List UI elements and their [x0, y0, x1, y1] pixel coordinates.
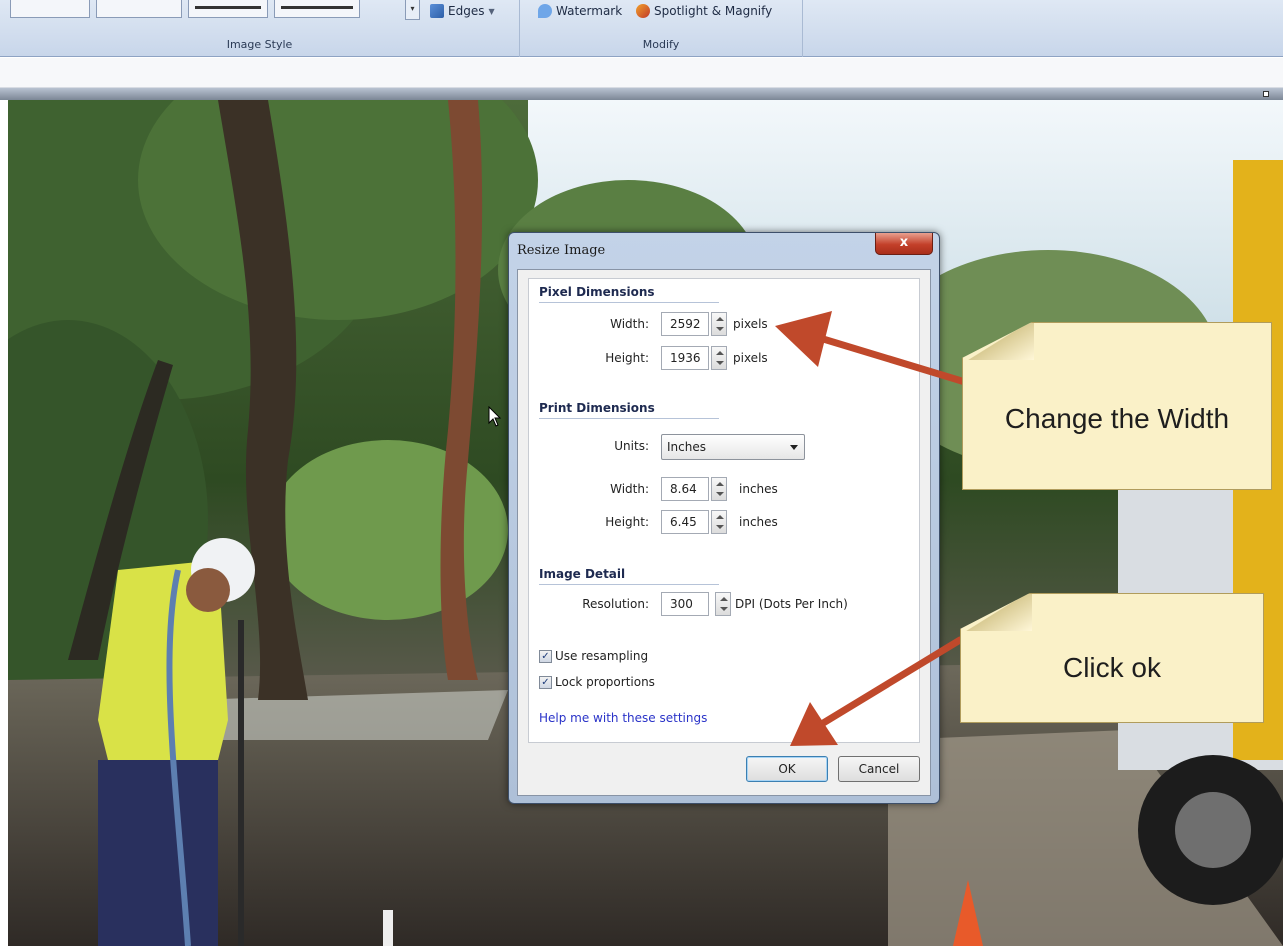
checkbox-icon: ✓ [539, 649, 552, 663]
ok-button[interactable]: OK [746, 756, 828, 782]
print-width-input[interactable]: 8.64 [661, 477, 709, 501]
close-button[interactable]: x [875, 233, 933, 255]
print-height-label: Height: [605, 515, 649, 529]
group-label-image-style: Image Style [226, 38, 293, 51]
section-image-detail: Image Detail [539, 567, 719, 585]
units-select[interactable]: Inches [661, 434, 805, 460]
use-resampling-checkbox[interactable]: ✓ Use resampling [539, 649, 648, 663]
edges-label: Edges [448, 4, 485, 18]
lock-proportions-label: Lock proportions [555, 675, 655, 689]
style-thumb-3[interactable] [188, 0, 268, 18]
checkbox-icon: ✓ [539, 675, 552, 689]
watermark-label: Watermark [556, 4, 623, 18]
dialog-body: Pixel Dimensions Width: 2592 pixels Heig… [517, 269, 931, 796]
chevron-down-icon: ▼ [488, 6, 495, 16]
cancel-button[interactable]: Cancel [838, 756, 920, 782]
spotlight-magnify-button[interactable]: Spotlight & Magnify [636, 4, 772, 18]
units-select-value: Inches [667, 440, 706, 454]
ribbon: ▾ Edges ▼ Image Style Watermark Spotligh… [0, 0, 1283, 57]
style-thumb-4[interactable] [274, 0, 360, 18]
resolution-label: Resolution: [582, 597, 649, 611]
settings-panel: Pixel Dimensions Width: 2592 pixels Heig… [528, 278, 920, 743]
style-thumb-1[interactable] [10, 0, 90, 18]
callout-click-ok: Click ok [960, 593, 1264, 723]
pixel-height-spinner-icon[interactable] [711, 346, 727, 370]
watermark-icon [538, 4, 552, 18]
spotlight-icon [636, 4, 650, 18]
print-width-spinner-icon[interactable] [711, 477, 727, 501]
image-style-gallery[interactable] [10, 0, 360, 20]
ribbon-group-modify: Watermark Spotlight & Magnify Modify [520, 0, 803, 57]
style-thumb-2[interactable] [96, 0, 182, 18]
resolution-input[interactable]: 300 [661, 592, 709, 616]
resize-image-dialog: Resize Image x Pixel Dimensions Width: 2… [508, 232, 940, 804]
group-label-modify: Modify [642, 38, 680, 51]
canvas-header [0, 88, 1283, 100]
help-link[interactable]: Help me with these settings [539, 711, 707, 725]
gallery-more-button[interactable]: ▾ [405, 0, 420, 20]
pixel-width-label: Width: [610, 317, 649, 331]
callout-change-width-text: Change the Width [1004, 403, 1230, 434]
callout-change-width: Change the Width [962, 322, 1272, 490]
mouse-cursor-icon [488, 406, 502, 427]
units-label: Units: [614, 439, 649, 453]
pixel-width-input[interactable]: 2592 [661, 312, 709, 336]
callout-click-ok-text: Click ok [1062, 652, 1161, 683]
pixel-width-unit: pixels [733, 317, 768, 331]
restore-icon[interactable] [1263, 91, 1269, 97]
sub-toolbar [0, 58, 1283, 88]
print-width-unit: inches [739, 482, 778, 496]
dialog-title: Resize Image [517, 243, 606, 258]
pixel-height-label: Height: [605, 351, 649, 365]
print-width-label: Width: [610, 482, 649, 496]
watermark-button[interactable]: Watermark [538, 4, 622, 18]
print-height-unit: inches [739, 515, 778, 529]
close-icon: x [899, 235, 909, 250]
ribbon-group-image-style: ▾ Edges ▼ Image Style [0, 0, 520, 57]
pixel-height-input[interactable]: 1936 [661, 346, 709, 370]
pixel-height-unit: pixels [733, 351, 768, 365]
resolution-unit: DPI (Dots Per Inch) [735, 597, 848, 611]
spotlight-label: Spotlight & Magnify [654, 4, 773, 18]
edges-button[interactable]: Edges ▼ [430, 4, 495, 18]
print-height-spinner-icon[interactable] [711, 510, 727, 534]
resolution-spinner-icon[interactable] [715, 592, 731, 616]
use-resampling-label: Use resampling [555, 649, 649, 663]
section-print-dimensions: Print Dimensions [539, 401, 719, 419]
print-height-input[interactable]: 6.45 [661, 510, 709, 534]
lock-proportions-checkbox[interactable]: ✓ Lock proportions [539, 675, 655, 689]
dropdown-caret-icon [790, 445, 798, 450]
pixel-width-spinner-icon[interactable] [711, 312, 727, 336]
section-pixel-dimensions: Pixel Dimensions [539, 285, 719, 303]
edges-icon [430, 4, 444, 18]
